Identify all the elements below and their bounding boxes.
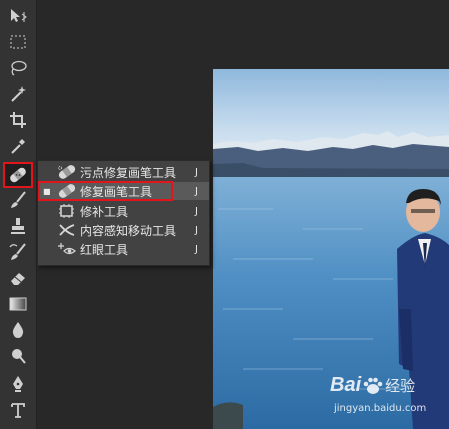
healing-brush-icon <box>56 183 78 199</box>
clone-stamp-tool[interactable] <box>5 216 31 236</box>
dodge-tool[interactable] <box>5 346 31 366</box>
move-icon <box>11 9 27 22</box>
crop-icon <box>10 112 26 128</box>
eyedropper-icon <box>11 139 25 154</box>
patch-icon <box>56 203 78 219</box>
gradient-icon <box>9 297 27 311</box>
baidu-jingyan-watermark: Bai 经验 jingyan.baidu.com <box>330 372 442 422</box>
paw-icon <box>363 377 383 394</box>
selected-marker: ■ <box>43 186 51 196</box>
type-tool[interactable] <box>5 400 31 420</box>
watermark-brand: Bai <box>330 374 362 396</box>
healing-brush-tool[interactable] <box>3 162 33 188</box>
flyout-item-label: 内容感知移动工具 <box>80 223 177 238</box>
red-eye-icon <box>56 241 78 257</box>
crop-tool[interactable] <box>5 110 31 130</box>
flyout-item-content-aware-move[interactable]: 内容感知移动工具 J <box>38 221 209 239</box>
type-icon <box>11 403 25 418</box>
shortcut-key: J <box>195 243 198 255</box>
history-brush-tool[interactable] <box>5 242 31 262</box>
flyout-item-label: 修补工具 <box>80 204 129 219</box>
tools-panel <box>0 0 37 429</box>
flyout-item-healing-brush[interactable]: ■ 修复画笔工具 J <box>38 182 209 200</box>
drop-icon <box>12 322 24 338</box>
brush-tool[interactable] <box>5 190 31 210</box>
bandage-icon <box>10 167 26 183</box>
flyout-item-label: 修复画笔工具 <box>80 184 153 199</box>
content-aware-move-icon <box>56 222 78 238</box>
flyout-item-red-eye[interactable]: 红眼工具 J <box>38 240 209 258</box>
lasso-tool[interactable] <box>5 58 31 78</box>
eraser-icon <box>11 273 25 285</box>
marquee-icon <box>10 35 26 49</box>
magic-wand-tool[interactable] <box>5 84 31 104</box>
shortcut-key: J <box>195 166 198 178</box>
shortcut-key: J <box>195 205 198 217</box>
gradient-tool[interactable] <box>5 294 31 314</box>
stamp-icon <box>11 218 25 234</box>
magic-wand-icon <box>11 86 26 102</box>
blur-tool[interactable] <box>5 320 31 340</box>
dodge-icon <box>12 349 26 364</box>
marquee-tool[interactable] <box>5 32 31 52</box>
move-tool[interactable] <box>5 6 31 26</box>
flyout-item-label: 污点修复画笔工具 <box>80 165 177 180</box>
watermark-url: jingyan.baidu.com <box>334 403 427 414</box>
flyout-item-patch[interactable]: 修补工具 J <box>38 202 209 220</box>
shortcut-key: J <box>195 185 198 197</box>
eyedropper-tool[interactable] <box>5 136 31 156</box>
history-brush-icon <box>9 243 26 260</box>
watermark-brand2: 经验 <box>385 377 416 395</box>
flyout-item-spot-healing-brush[interactable]: 污点修复画笔工具 J <box>38 163 209 181</box>
pen-icon <box>13 376 23 392</box>
spot-healing-icon <box>56 164 78 180</box>
flyout-item-label: 红眼工具 <box>80 242 129 257</box>
healing-tools-flyout: 污点修复画笔工具 J ■ 修复画笔工具 J 修补工具 J 内容感知移动工具 J … <box>37 160 210 266</box>
brush-icon <box>11 191 26 208</box>
shortcut-key: J <box>195 224 198 236</box>
pen-tool[interactable] <box>5 374 31 394</box>
lasso-icon <box>11 60 27 76</box>
eraser-tool[interactable] <box>5 268 31 288</box>
